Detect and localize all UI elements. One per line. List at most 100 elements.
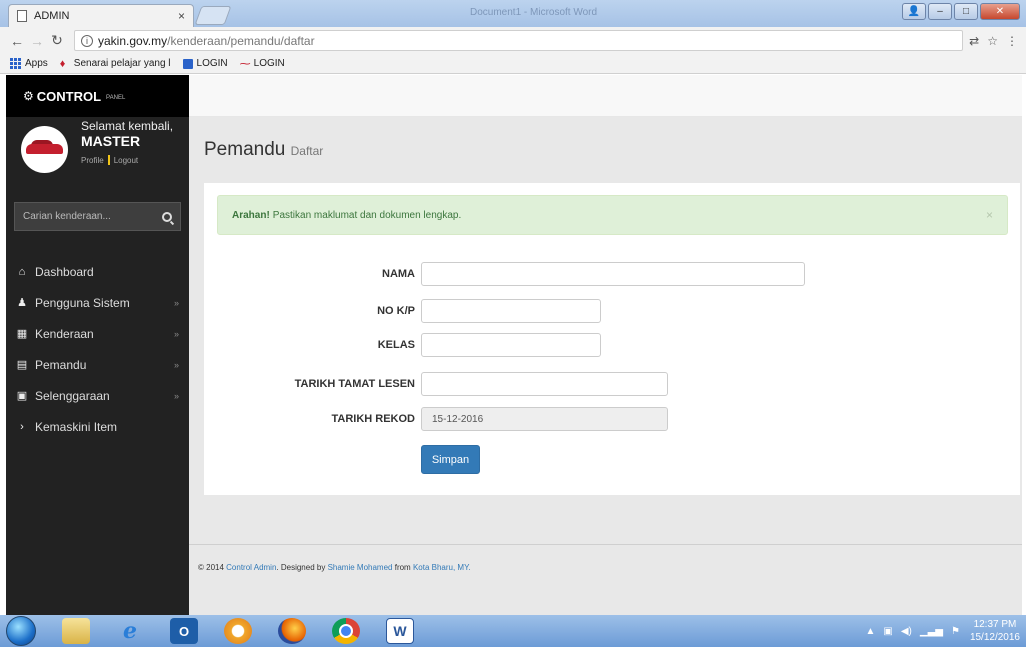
kelas-label: KELAS bbox=[377, 339, 415, 351]
link-separator bbox=[107, 155, 110, 165]
bookmark-senarai[interactable]: ♦ Senarai pelajar yang l bbox=[60, 58, 171, 69]
user-icon[interactable]: 👤 bbox=[902, 3, 926, 20]
bookmark-label: Apps bbox=[25, 58, 48, 69]
clock-time: 12:37 PM bbox=[973, 619, 1017, 630]
footer-divider bbox=[189, 544, 1022, 545]
word-icon[interactable]: W bbox=[386, 618, 414, 644]
reload-icon[interactable]: ↻ bbox=[48, 32, 66, 49]
bookmarks-bar: Apps ♦ Senarai pelajar yang l LOGIN ⁓ LO… bbox=[0, 54, 1026, 74]
close-window-button[interactable]: ✕ bbox=[980, 3, 1020, 20]
page-title: Pemandu Daftar bbox=[204, 139, 323, 161]
apps-grid-icon bbox=[10, 58, 21, 69]
translate-icon[interactable]: ⇄ bbox=[969, 34, 979, 48]
sidebar-item-label: Selenggaraan bbox=[35, 388, 110, 403]
sidebar-item-label: Pemandu bbox=[35, 357, 87, 372]
sidebar-item-label: Kenderaan bbox=[35, 326, 94, 341]
start-button[interactable] bbox=[6, 616, 36, 646]
info-icon[interactable]: i bbox=[81, 34, 93, 47]
sidebar-item-kemaskini-item[interactable]: › Kemaskini Item bbox=[6, 411, 189, 442]
logout-link[interactable]: Logout bbox=[114, 156, 138, 165]
sidebar-item-selenggaraan[interactable]: ▣ Selenggaraan » bbox=[6, 380, 189, 411]
taskbar: e O W ▲ ▣ ◀) ▁▃▅ ⚑ 12:37 PM 15/12/2016 bbox=[0, 615, 1026, 647]
tarikh-tamat-label: TARIKH TAMAT LESEN bbox=[294, 378, 415, 390]
main-content: Pemandu Daftar Arahan! Pastikan maklumat … bbox=[189, 117, 1022, 615]
user-panel: Selamat kembali, MASTER Profile Logout bbox=[6, 117, 189, 212]
url-host: yakin.gov.my bbox=[98, 33, 168, 48]
browser-titlebar: ADMIN × Document1 - Microsoft Word 👤 – □… bbox=[0, 0, 1026, 27]
double-chevron-down-icon: » bbox=[173, 328, 179, 339]
bookmark-login-2[interactable]: ⁓ LOGIN bbox=[240, 58, 285, 69]
chevron-right-icon: › bbox=[20, 420, 24, 433]
double-chevron-down-icon: » bbox=[173, 390, 179, 401]
outlook-icon[interactable]: O bbox=[170, 618, 198, 644]
sidebar: ⚙ CONTROL PANEL Selamat kembali, MASTER … bbox=[6, 75, 189, 615]
minimize-button[interactable]: – bbox=[928, 3, 952, 20]
sidebar-item-label: Dashboard bbox=[35, 264, 94, 279]
profile-link[interactable]: Profile bbox=[81, 156, 104, 165]
sidebar-item-pengguna-sistem[interactable]: ♟ Pengguna Sistem » bbox=[6, 287, 189, 318]
url-field[interactable]: i yakin.gov.my/kenderaan/pemandu/daftar bbox=[74, 30, 964, 51]
tray-arrow-icon[interactable]: ▲ bbox=[866, 626, 876, 637]
bookmark-label: LOGIN bbox=[196, 58, 228, 69]
clock-date: 15/12/2016 bbox=[969, 632, 1020, 643]
footer-text: from bbox=[394, 563, 411, 572]
list-icon: ▤ bbox=[16, 359, 28, 371]
nama-field[interactable] bbox=[421, 262, 805, 286]
sidebar-item-dashboard[interactable]: ⌂ Dashboard bbox=[6, 256, 189, 287]
footer-link-location[interactable]: Kota Bharu, MY. bbox=[413, 563, 471, 572]
sidebar-item-kenderaan[interactable]: ▦ Kenderaan » bbox=[6, 318, 189, 349]
file-explorer-icon[interactable] bbox=[62, 618, 90, 644]
simpan-button[interactable]: Simpan bbox=[421, 445, 480, 474]
bookmark-login-1[interactable]: LOGIN bbox=[182, 58, 228, 69]
form-row-nokp: NO K/P bbox=[204, 299, 1020, 323]
grid-icon: ▦ bbox=[16, 328, 28, 340]
forward-icon[interactable]: → bbox=[28, 33, 46, 49]
cogs-icon: ⚙ bbox=[23, 89, 34, 103]
kelas-field[interactable] bbox=[421, 333, 601, 357]
maximize-button[interactable]: □ bbox=[954, 3, 978, 20]
brand[interactable]: ⚙ CONTROL PANEL bbox=[6, 75, 189, 117]
search-icon[interactable] bbox=[162, 211, 172, 222]
tarikh-tamat-lesen-field[interactable] bbox=[421, 372, 668, 396]
browser-tab[interactable]: ADMIN × bbox=[8, 4, 194, 27]
internet-explorer-icon[interactable]: e bbox=[116, 618, 144, 644]
system-tray: ▲ ▣ ◀) ▁▃▅ ⚑ 12:37 PM 15/12/2016 bbox=[866, 618, 1021, 644]
search-input[interactable] bbox=[23, 211, 162, 222]
tarikh-rekod-field[interactable] bbox=[421, 407, 668, 431]
nokp-field[interactable] bbox=[421, 299, 601, 323]
tab-close-icon[interactable]: × bbox=[178, 9, 185, 23]
web-page: ⚙ CONTROL PANEL Selamat kembali, MASTER … bbox=[6, 75, 1022, 615]
username: MASTER bbox=[81, 133, 141, 149]
sidebar-item-label: Kemaskini Item bbox=[35, 419, 118, 434]
nama-label: NAMA bbox=[382, 268, 415, 280]
clock[interactable]: 12:37 PM 15/12/2016 bbox=[970, 618, 1020, 644]
flag-icon[interactable]: ⚑ bbox=[951, 626, 960, 637]
sidebar-item-pemandu[interactable]: ▤ Pemandu » bbox=[6, 349, 189, 380]
game-icon[interactable] bbox=[224, 618, 252, 644]
form-row-kelas: KELAS bbox=[204, 333, 1020, 357]
footer-text: . Designed by bbox=[276, 563, 326, 572]
close-icon[interactable]: × bbox=[986, 208, 993, 222]
volume-icon[interactable]: ◀) bbox=[901, 626, 912, 637]
back-icon[interactable]: ← bbox=[8, 33, 26, 49]
bookmark-red-icon: ♦ bbox=[59, 57, 66, 70]
signal-icon[interactable]: ▁▃▅ bbox=[920, 626, 943, 637]
new-tab-button[interactable] bbox=[194, 6, 232, 25]
page-title-sub: Daftar bbox=[290, 144, 324, 158]
bookmark-apps[interactable]: Apps bbox=[10, 58, 48, 69]
bookmark-label: LOGIN bbox=[253, 58, 285, 69]
footer-link-control-admin[interactable]: Control Admin bbox=[226, 563, 276, 572]
window-title: Document1 - Microsoft Word bbox=[470, 7, 598, 18]
double-chevron-down-icon: » bbox=[173, 297, 179, 308]
bookmark-dash-icon: ⁓ bbox=[239, 57, 251, 70]
bookmark-label: Senarai pelajar yang l bbox=[73, 58, 171, 69]
menu-kebab-icon[interactable]: ⋮ bbox=[1006, 34, 1018, 48]
footer-link-author[interactable]: Shamie Mohamed bbox=[328, 563, 393, 572]
address-bar: ← → ↻ i yakin.gov.my/kenderaan/pemandu/d… bbox=[0, 27, 1026, 54]
firefox-icon[interactable] bbox=[278, 618, 306, 644]
user-info: Selamat kembali, MASTER Profile Logout bbox=[81, 119, 173, 165]
network-icon[interactable]: ▣ bbox=[883, 626, 892, 637]
chrome-icon[interactable] bbox=[332, 618, 360, 644]
star-icon[interactable]: ☆ bbox=[987, 34, 998, 48]
sidebar-search bbox=[14, 202, 181, 231]
